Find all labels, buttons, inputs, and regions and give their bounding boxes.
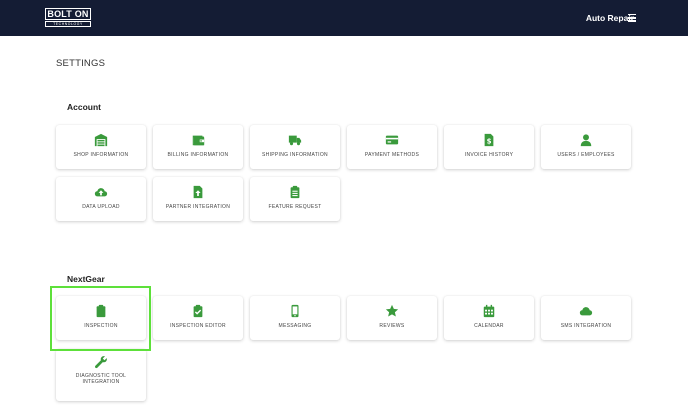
tile-inspection-editor[interactable]: INSPECTION EDITOR bbox=[153, 296, 243, 340]
tile-label: BILLING INFORMATION bbox=[167, 152, 229, 158]
tile-label: SMS INTEGRATION bbox=[560, 323, 612, 329]
tile-calendar[interactable]: CALENDAR bbox=[444, 296, 534, 340]
user-icon bbox=[541, 132, 631, 147]
tile-label: MESSAGING bbox=[278, 323, 312, 329]
tile-shop-information[interactable]: SHOP INFORMATION bbox=[56, 125, 146, 169]
calendar-icon bbox=[444, 303, 534, 318]
tile-label: INSPECTION EDITOR bbox=[170, 323, 226, 329]
tile-label: DATA UPLOAD bbox=[82, 204, 120, 210]
credit-card-icon bbox=[347, 132, 437, 147]
tile-invoice-history[interactable]: $ INVOICE HISTORY bbox=[444, 125, 534, 169]
tile-users-employees[interactable]: USERS / EMPLOYEES bbox=[541, 125, 631, 169]
tile-sms-integration[interactable]: SMS INTEGRATION bbox=[541, 296, 631, 340]
tile-reviews[interactable]: REVIEWS bbox=[347, 296, 437, 340]
cloud-upload-icon bbox=[56, 184, 146, 199]
tile-label: USERS / EMPLOYEES bbox=[557, 152, 615, 158]
tile-messaging[interactable]: MESSAGING bbox=[250, 296, 340, 340]
invoice-dollar-icon: $ bbox=[444, 132, 534, 147]
clipboard-list-icon bbox=[250, 184, 340, 199]
clipboard-check-icon bbox=[153, 303, 243, 318]
tile-payment-methods[interactable]: PAYMENT METHODS bbox=[347, 125, 437, 169]
warehouse-icon bbox=[56, 132, 146, 147]
tile-label: SHOP INFORMATION bbox=[73, 152, 129, 158]
tile-label: PAYMENT METHODS bbox=[364, 152, 420, 158]
mobile-phone-icon bbox=[250, 303, 340, 318]
logo-main-text: BOLT ON bbox=[45, 8, 91, 20]
tile-label: SHIPPING INFORMATION bbox=[262, 152, 328, 158]
page-title: SETTINGS bbox=[56, 58, 106, 69]
shop-name[interactable]: Auto Repair bbox=[586, 13, 634, 23]
svg-text:$: $ bbox=[487, 137, 492, 145]
tile-shipping-information[interactable]: SHIPPING INFORMATION bbox=[250, 125, 340, 169]
wallet-icon bbox=[153, 132, 243, 147]
bolt-on-logo[interactable]: BOLT ON TECHNOLOGY bbox=[45, 8, 93, 28]
section-heading-nextgear: NextGear bbox=[67, 274, 105, 284]
tile-label: REVIEWS bbox=[379, 323, 405, 329]
tile-label: CALENDAR bbox=[474, 323, 504, 329]
section-heading-account: Account bbox=[67, 102, 101, 112]
tile-label: PARTNER INTEGRATION bbox=[165, 204, 231, 210]
star-icon bbox=[347, 303, 437, 318]
tile-billing-information[interactable]: BILLING INFORMATION bbox=[153, 125, 243, 169]
tile-partner-integration[interactable]: PARTNER INTEGRATION bbox=[153, 177, 243, 221]
wrench-icon bbox=[56, 354, 146, 369]
logo-sub-text: TECHNOLOGY bbox=[45, 21, 91, 27]
tile-feature-request[interactable]: FEATURE REQUEST bbox=[250, 177, 340, 221]
top-navigation-bar: BOLT ON TECHNOLOGY Auto Repair bbox=[0, 0, 688, 36]
selected-tile-highlight bbox=[50, 286, 151, 351]
tile-diagnostic-tool-integration[interactable]: DIAGNOSTIC TOOL INTEGRATION bbox=[56, 349, 146, 401]
tile-label: DIAGNOSTIC TOOL INTEGRATION bbox=[75, 373, 127, 386]
truck-icon bbox=[250, 132, 340, 147]
cloud-icon bbox=[541, 303, 631, 318]
file-upload-icon bbox=[153, 184, 243, 199]
hamburger-menu-icon[interactable] bbox=[628, 14, 636, 22]
tile-data-upload[interactable]: DATA UPLOAD bbox=[56, 177, 146, 221]
tile-label: FEATURE REQUEST bbox=[268, 204, 322, 210]
tile-label: INVOICE HISTORY bbox=[464, 152, 514, 158]
